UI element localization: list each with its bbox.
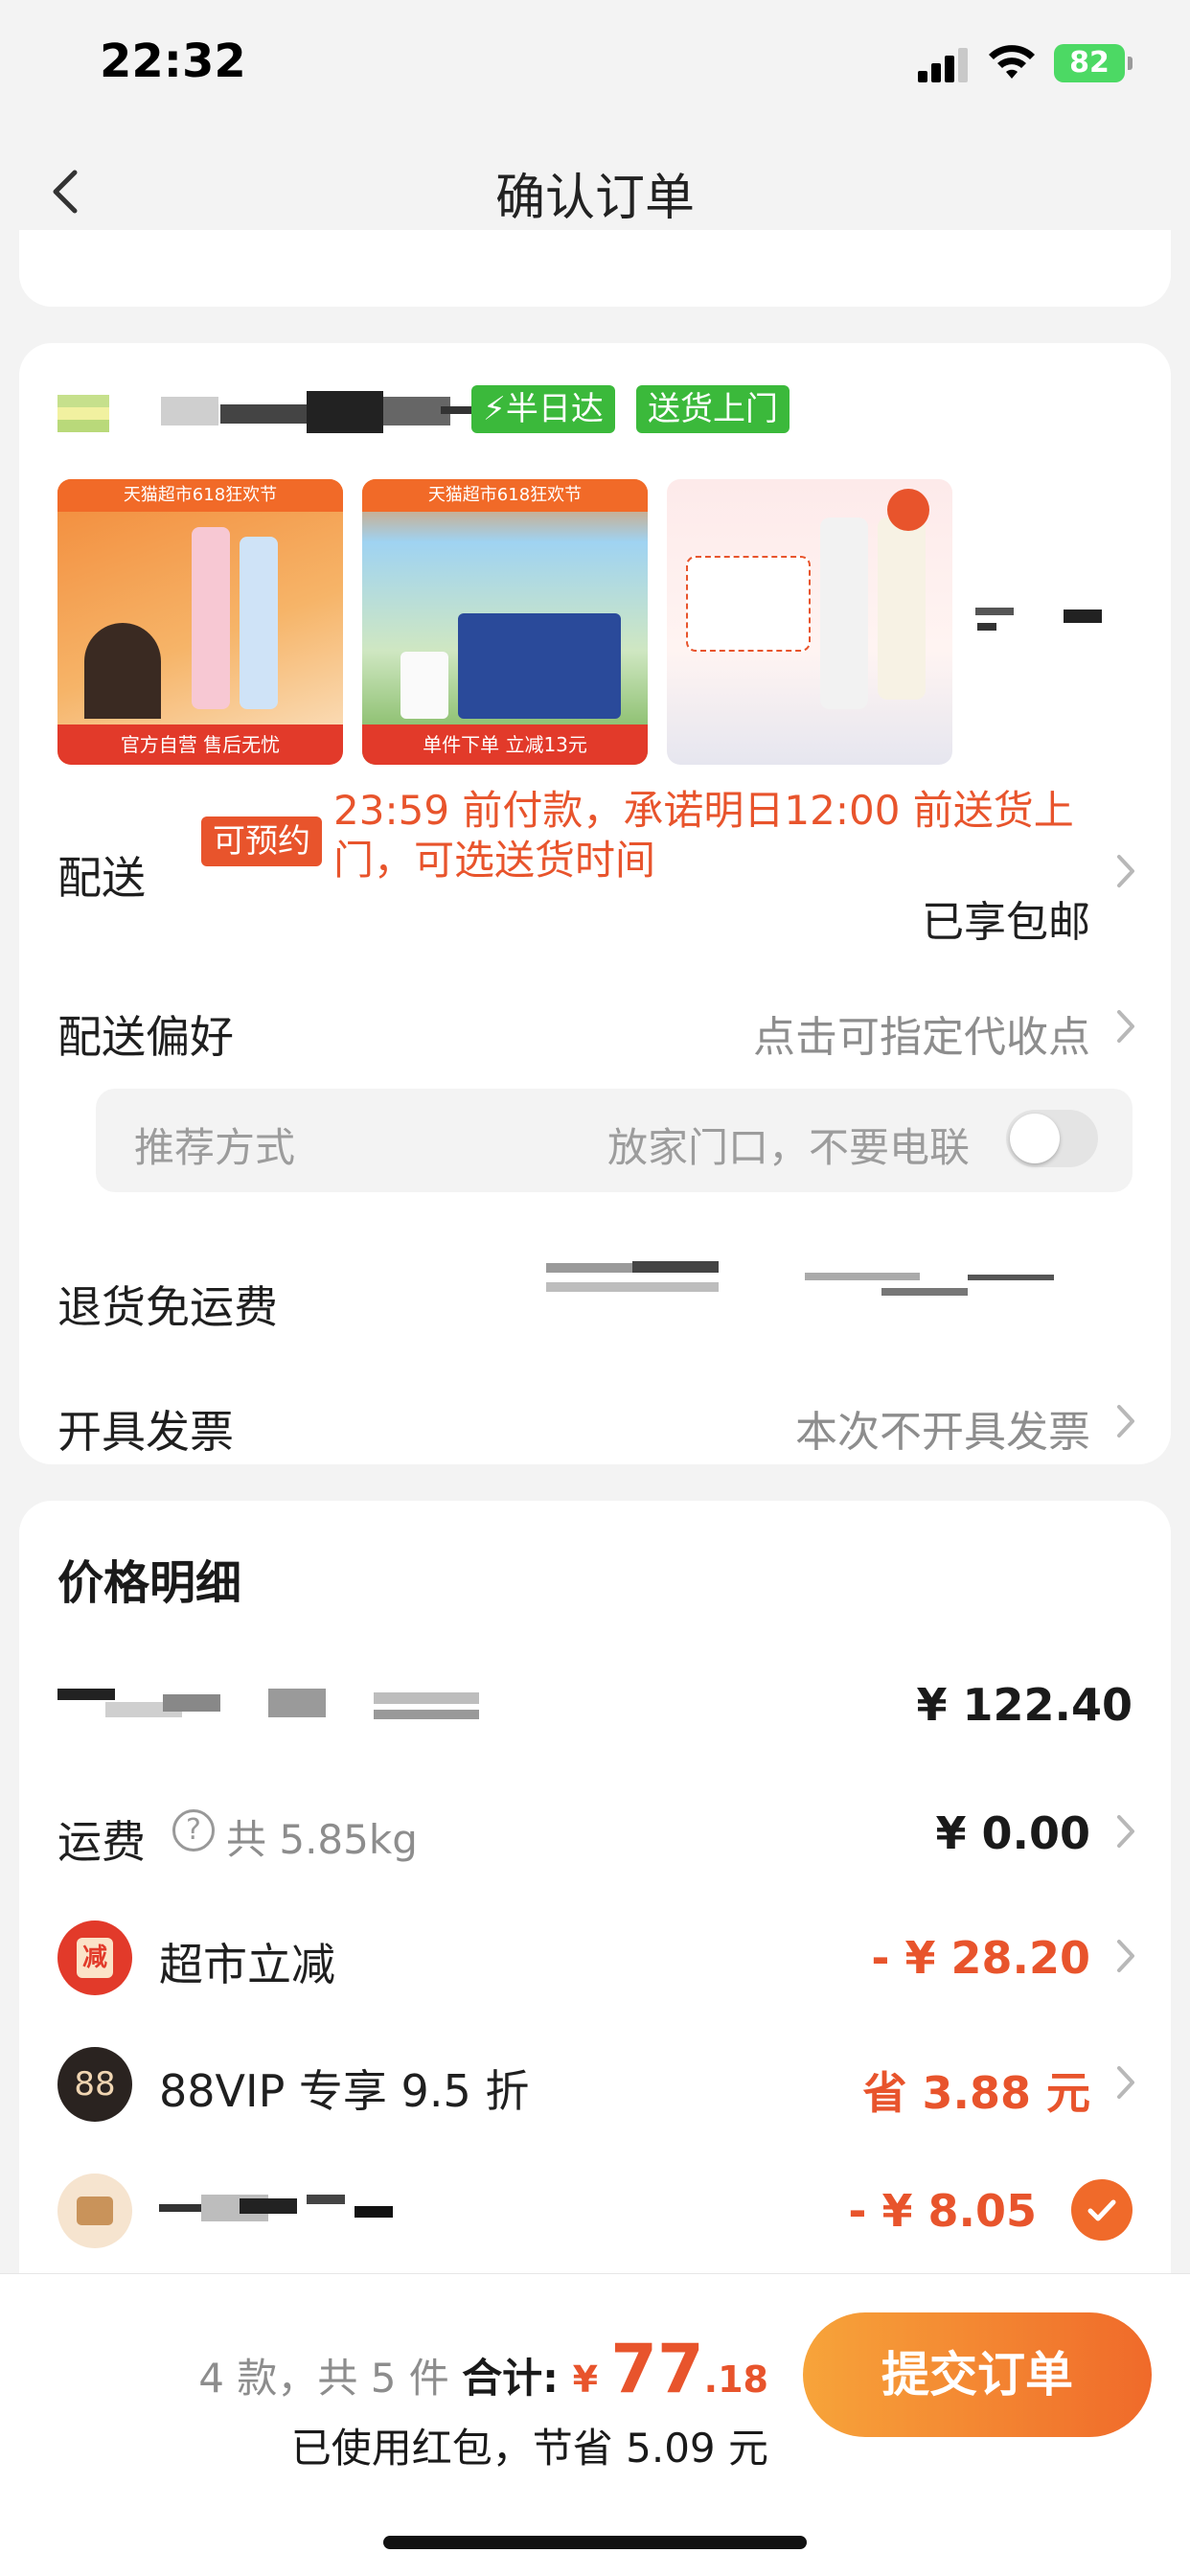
order-summary: 4 款，共 5 件 合计: ¥ 77.18: [198, 2330, 768, 2408]
chevron-right-icon[interactable]: [1111, 1399, 1140, 1443]
price-detail-title: 价格明细: [57, 1556, 242, 1610]
delivery-promise[interactable]: 23:59 前付款，承诺明日12:00 前送货上门，可选送货时间: [333, 786, 1100, 886]
total-label: 合计:: [462, 2355, 573, 2402]
supermarket-discount-amount: - ¥ 28.20: [871, 1932, 1090, 1984]
submit-order-button[interactable]: 提交订单: [803, 2312, 1152, 2437]
recommended-method-value: 放家门口，不要电联: [606, 1124, 970, 1171]
page-title: 确认订单: [494, 170, 695, 227]
item-count: 4 款，共 5 件: [198, 2355, 463, 2402]
invoice-label: 开具发票: [57, 1406, 234, 1458]
pickup-point-link[interactable]: 点击可指定代收点: [753, 1002, 1090, 1064]
total-integer: 77: [610, 2330, 704, 2408]
cellular-signal-icon: [918, 48, 970, 82]
savings-text: 已使用红包，节省 5.09 元: [290, 2425, 768, 2472]
chevron-right-icon[interactable]: [1111, 1809, 1140, 1853]
card-icon: [57, 2174, 132, 2248]
thumbnail-banner: 天猫超市618狂欢节: [57, 479, 343, 512]
checkout-bar: 4 款，共 5 件 合计: ¥ 77.18 已使用红包，节省 5.09 元 提交…: [0, 2273, 1190, 2576]
doorstep-toggle[interactable]: [1006, 1110, 1098, 1167]
total-decimal: .18: [703, 2358, 768, 2401]
thumbnail-banner: 天猫超市618狂欢节: [362, 479, 648, 512]
toggle-knob: [1010, 1114, 1060, 1163]
reservable-tag: 可预约: [201, 816, 322, 866]
currency-symbol: ¥: [572, 2358, 611, 2401]
status-time: 22:32: [100, 34, 246, 88]
goods-amount: ¥ 122.40: [916, 1679, 1133, 1731]
address-card: [19, 230, 1171, 307]
store-logo: [57, 395, 109, 433]
half-day-delivery-badge: ⚡半日达: [471, 385, 615, 433]
chevron-right-icon[interactable]: [1111, 849, 1140, 893]
vip88-discount-label: 88VIP 专享 9.5 折: [159, 2065, 530, 2117]
red-packet-amount: - ¥ 8.05: [848, 2185, 1037, 2237]
supermarket-discount-icon: 减: [57, 1920, 132, 1995]
free-shipping-text: 已享包邮: [922, 898, 1090, 947]
shipping-fee-amount: ¥ 0.00: [935, 1807, 1090, 1859]
thumbnail-strip: 单件下单 立减13元: [362, 724, 648, 765]
discount-icon-text: 减: [77, 1938, 113, 1978]
vip88-icon: 88: [57, 2047, 132, 2122]
battery-icon: 82: [1054, 44, 1133, 82]
wifi-icon: [989, 45, 1035, 79]
status-bar: 22:32 82: [0, 0, 1190, 134]
vip88-discount-amount: 省 3.88 元: [862, 2067, 1090, 2119]
package-weight: 共 5.85kg: [226, 1816, 418, 1863]
order-card: ⚡半日达 送货上门 天猫超市618狂欢节 官方自营 售后无忧 天猫超市618狂欢…: [19, 343, 1171, 1464]
thumbnail-strip: 官方自营 售后无忧: [57, 724, 343, 765]
product-thumbnail[interactable]: [667, 479, 952, 765]
question-icon[interactable]: ?: [172, 1809, 215, 1852]
supermarket-discount-label: 超市立减: [159, 1939, 335, 1990]
delivery-preference-label: 配送偏好: [57, 1011, 234, 1063]
chevron-right-icon[interactable]: [1111, 1004, 1140, 1048]
return-shipping-label: 退货免运费: [57, 1281, 278, 1333]
check-icon: [1087, 2199, 1116, 2221]
chevron-right-icon[interactable]: [1111, 2060, 1140, 2104]
product-thumbnail[interactable]: 天猫超市618狂欢节 官方自营 售后无忧: [57, 479, 343, 765]
red-packet-check[interactable]: [1071, 2179, 1133, 2241]
recommended-method-label: 推荐方式: [134, 1124, 296, 1171]
home-indicator: [383, 2536, 807, 2549]
chevron-right-icon[interactable]: [1111, 1934, 1140, 1978]
shipping-fee-label: 运费: [57, 1816, 146, 1868]
product-thumbnail[interactable]: 天猫超市618狂欢节 单件下单 立减13元: [362, 479, 648, 765]
delivery-label: 配送: [57, 852, 146, 904]
invoice-value[interactable]: 本次不开具发票: [795, 1397, 1090, 1459]
home-delivery-badge: 送货上门: [636, 385, 790, 433]
delivery-method-box: 推荐方式 放家门口，不要电联: [96, 1089, 1133, 1192]
